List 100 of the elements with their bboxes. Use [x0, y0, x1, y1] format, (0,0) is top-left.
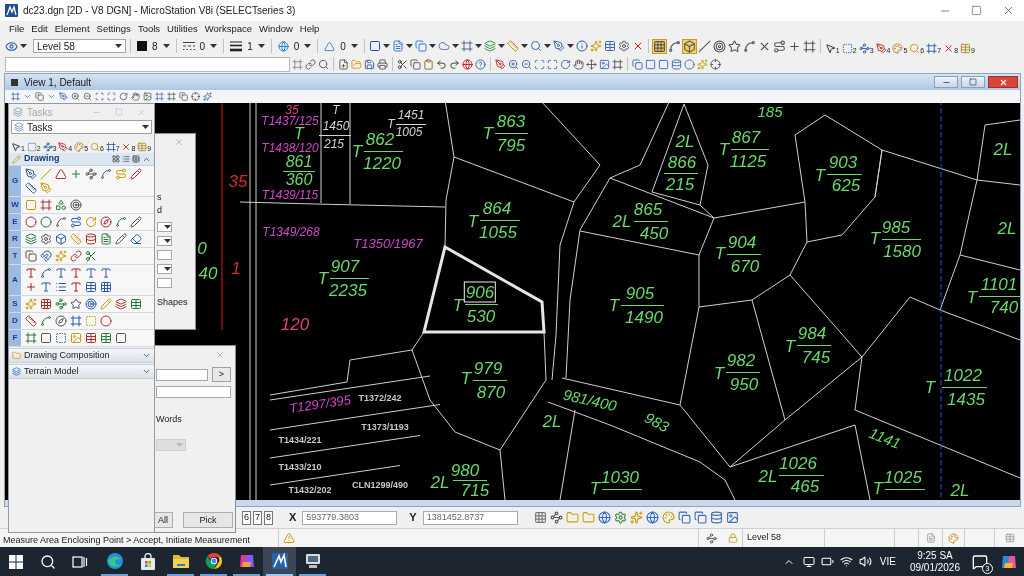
expand-corners-icon[interactable]: [107, 92, 116, 101]
dropdown-field[interactable]: [157, 222, 172, 232]
text-icon[interactable]: [40, 281, 52, 293]
dropdown-field[interactable]: [157, 236, 172, 246]
grid-icon[interactable]: [100, 281, 112, 293]
square-icon[interactable]: [658, 58, 669, 70]
pen-icon[interactable]: [59, 92, 68, 101]
pencil-icon[interactable]: [115, 233, 127, 245]
sparkle-icon[interactable]: [203, 92, 212, 101]
chevron-down-icon[interactable]: [47, 92, 56, 101]
zoom-out-icon[interactable]: [521, 58, 532, 70]
layers-icon[interactable]: [25, 233, 37, 245]
caret-icon[interactable]: [164, 239, 171, 243]
circle-icon[interactable]: [40, 216, 52, 228]
maximize-icon[interactable]: [971, 5, 982, 16]
menu-item[interactable]: Edit: [31, 21, 48, 37]
restore-icon[interactable]: [969, 78, 977, 86]
circle-icon[interactable]: [25, 216, 37, 228]
hash-icon[interactable]: [11, 92, 20, 101]
menu-item[interactable]: File: [9, 21, 25, 37]
tasks-dropdown[interactable]: Tasks: [11, 120, 152, 134]
color-dropdown[interactable]: 8: [135, 38, 172, 54]
nodes-icon[interactable]: [549, 511, 563, 524]
triangle-icon[interactable]: [55, 168, 67, 180]
view-number-button[interactable]: 6: [242, 510, 251, 525]
compass-icon[interactable]: [100, 216, 112, 228]
target-icon[interactable]: [70, 199, 82, 211]
text-icon[interactable]: [25, 267, 37, 279]
dropdown-field[interactable]: [157, 264, 172, 274]
menu-item[interactable]: Settings: [96, 21, 131, 37]
curve-icon[interactable]: [742, 39, 756, 53]
dialog-button[interactable]: All: [153, 512, 173, 528]
cube-icon[interactable]: [55, 233, 67, 245]
document-icon[interactable]: [100, 233, 112, 245]
route-icon[interactable]: [70, 216, 82, 228]
close-button[interactable]: [988, 76, 1018, 88]
clock-date[interactable]: 09/01/2026: [909, 561, 960, 574]
menu-item[interactable]: Utilities: [167, 21, 198, 37]
notifications-icon[interactable]: [972, 553, 988, 570]
printer-icon[interactable]: [377, 58, 388, 70]
hash-icon[interactable]: [70, 315, 82, 327]
globe-icon[interactable]: [462, 58, 473, 70]
eye-icon[interactable]: [5, 39, 18, 53]
text-icon[interactable]: [55, 267, 67, 279]
text-icon[interactable]: [70, 281, 82, 293]
caret-icon[interactable]: [304, 44, 312, 48]
caret-icon[interactable]: [474, 44, 482, 48]
close-icon[interactable]: [998, 77, 1008, 87]
hash-icon[interactable]: [292, 58, 303, 70]
cloud-icon[interactable]: [437, 40, 450, 52]
chevron-down-icon[interactable]: [23, 92, 32, 101]
plus-icon[interactable]: [25, 281, 37, 293]
caret-icon[interactable]: [162, 44, 170, 48]
copy-icon[interactable]: [179, 92, 188, 101]
table-icon[interactable]: [603, 40, 616, 52]
caret-icon[interactable]: [20, 44, 27, 48]
route-icon[interactable]: [772, 39, 786, 53]
settings-icon[interactable]: [40, 233, 52, 245]
dialog-button[interactable]: Pick: [183, 512, 233, 528]
curve-icon[interactable]: [100, 168, 112, 180]
square-icon[interactable]: [368, 40, 381, 52]
circle-icon[interactable]: [684, 58, 695, 70]
compass-icon[interactable]: [55, 315, 67, 327]
square-icon[interactable]: [40, 332, 52, 344]
curve-icon[interactable]: [667, 39, 681, 53]
close-icon[interactable]: [1002, 4, 1015, 17]
selected-parcel-outline[interactable]: [422, 244, 546, 334]
rotate-icon[interactable]: [119, 92, 128, 101]
caret-icon[interactable]: [257, 44, 265, 48]
hash-icon[interactable]: [40, 199, 52, 211]
database-icon[interactable]: [671, 58, 682, 70]
square-icon[interactable]: [645, 58, 656, 70]
line-icon[interactable]: [697, 39, 711, 53]
zoom-out-icon[interactable]: [83, 92, 92, 101]
taskbar-app-button[interactable]: [263, 547, 296, 576]
expand-corners-icon[interactable]: [547, 58, 558, 70]
view-number-button[interactable]: 7: [253, 510, 262, 525]
ruler-icon[interactable]: [25, 315, 37, 327]
restore-button[interactable]: [961, 76, 985, 88]
star-icon[interactable]: [70, 298, 82, 310]
grid-icon[interactable]: [533, 511, 547, 524]
list-icon[interactable]: [122, 155, 130, 163]
minimize-button[interactable]: [934, 76, 958, 88]
hash-icon[interactable]: [25, 332, 37, 344]
section-header[interactable]: Terrain Model: [9, 364, 154, 379]
star-icon[interactable]: [727, 39, 741, 53]
table-icon[interactable]: [130, 298, 142, 310]
caret-icon[interactable]: [451, 44, 459, 48]
crosshair-icon[interactable]: [710, 58, 721, 70]
database-icon[interactable]: [85, 233, 97, 245]
help-icon[interactable]: [475, 58, 486, 70]
plus-icon[interactable]: [70, 168, 82, 180]
dashed-square-icon[interactable]: [55, 332, 67, 344]
link-icon[interactable]: [305, 58, 316, 70]
menu-item[interactable]: Help: [299, 21, 320, 37]
globe-dropdown[interactable]: 0: [275, 38, 314, 54]
section-header[interactable]: Drawing Composition: [9, 348, 154, 363]
table-icon[interactable]: [85, 281, 97, 293]
grid-icon[interactable]: [40, 298, 52, 310]
settings-icon[interactable]: [613, 511, 627, 524]
